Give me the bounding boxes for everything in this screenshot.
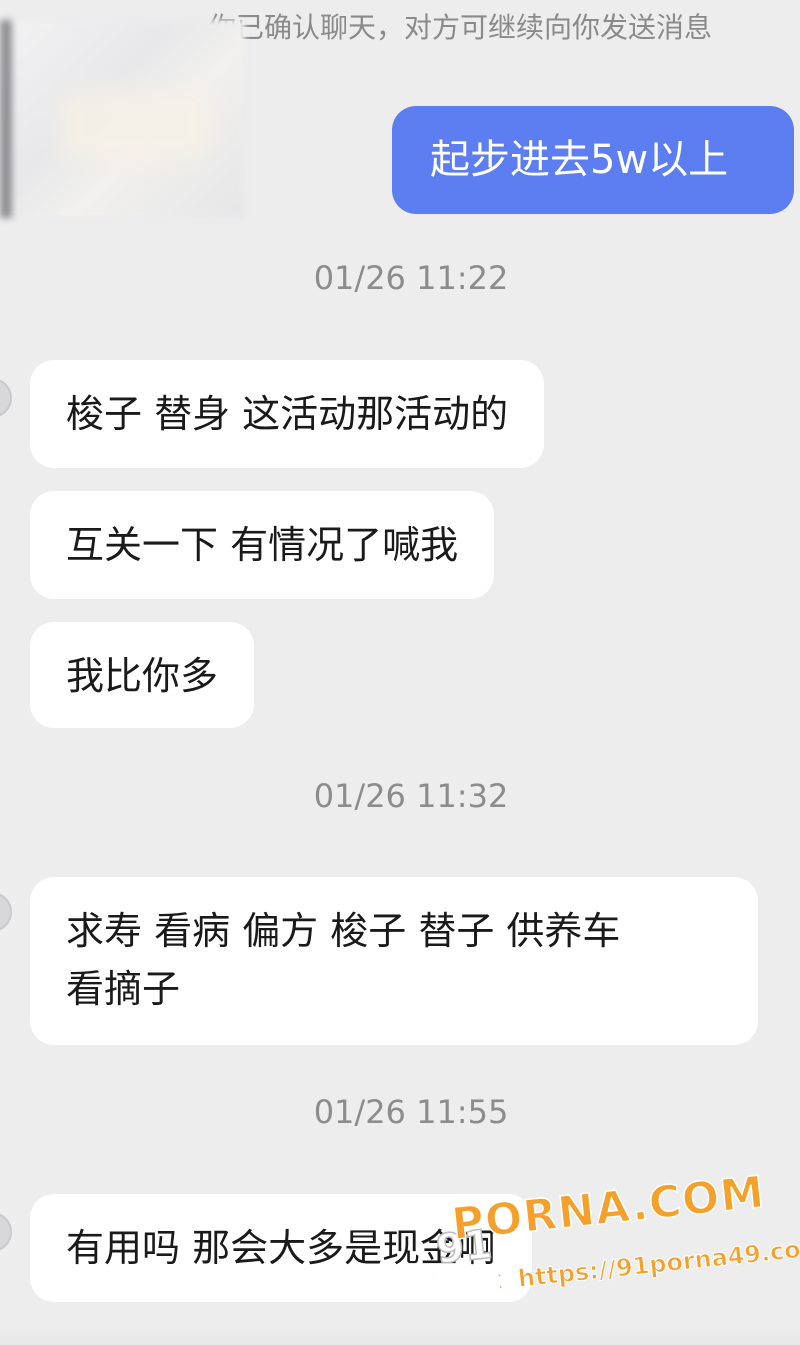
avatar[interactable] <box>0 378 12 418</box>
timestamp: 01/26 11:32 <box>313 777 509 815</box>
blurred-avatar-area <box>0 20 245 218</box>
incoming-message[interactable]: 梭子 替身 这活动那活动的 <box>30 360 545 468</box>
message-line: 求寿 看病 偏方 梭子 替子 供养车 <box>66 909 621 953</box>
timestamp: 01/26 11:55 <box>313 1093 509 1131</box>
chat-screen: 你已确认聊天，对方可继续向你发送消息 起步进去5w以上 01/26 11:22 … <box>0 0 800 1345</box>
outgoing-message[interactable]: 起步进去5w以上 <box>392 106 794 214</box>
incoming-message[interactable]: 互关一下 有情况了喊我 <box>30 491 495 599</box>
incoming-message[interactable]: 我比你多 <box>30 622 255 728</box>
bottom-edge <box>0 1325 800 1345</box>
message-line: 看摘子 <box>66 967 181 1011</box>
timestamp: 01/26 11:22 <box>313 259 509 297</box>
avatar[interactable] <box>0 892 12 932</box>
avatar[interactable] <box>0 1212 12 1252</box>
incoming-message[interactable]: 求寿 看病 偏方 梭子 替子 供养车 看摘子 <box>30 877 758 1045</box>
watermark: 91 PORNA.COM 看完整版：https://91porna49.com <box>388 1148 800 1314</box>
